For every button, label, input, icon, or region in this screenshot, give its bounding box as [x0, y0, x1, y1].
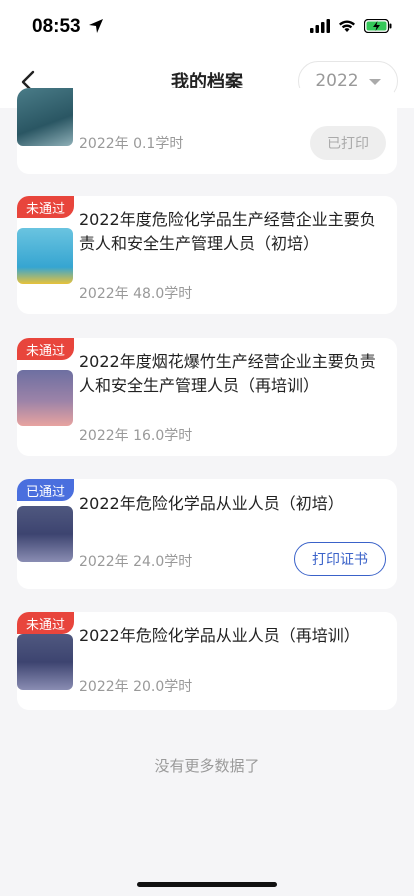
caret-down-icon [368, 79, 381, 85]
record-meta: 2022年 48.0学时 [79, 286, 193, 302]
status-badge: 未通过 [17, 196, 75, 218]
status-time: 08:53 [32, 16, 81, 37]
wifi-icon [339, 20, 355, 32]
record-meta: 2022年 0.1学时 [79, 136, 184, 152]
course-thumbnail [17, 228, 73, 284]
record-meta: 2022年 20.0学时 [79, 679, 193, 695]
status-bar: 08:53 [0, 0, 414, 56]
record-card[interactable]: 未通过 2022年度烟花爆竹生产经营企业主要负责人和安全生产管理人员（再培训） … [17, 338, 397, 456]
course-title: 2022年度烟花爆竹生产经营企业主要负责人和安全生产管理人员（再培训） [79, 352, 376, 395]
status-badge: 未通过 [17, 612, 75, 634]
status-badge: 未通过 [17, 338, 75, 360]
course-title: 2022年度危险化学品生产经营企业主要负责人和安全生产管理人员（初培） [79, 210, 376, 253]
record-card[interactable]: 未通过 2022年度危险化学品生产经营企业主要负责人和安全生产管理人员（初培） … [17, 196, 397, 314]
course-thumbnail [17, 88, 73, 146]
course-thumbnail [17, 370, 73, 426]
no-more-data-text: 没有更多数据了 [154, 757, 260, 775]
location-arrow-icon [88, 18, 104, 38]
status-indicators [310, 19, 392, 33]
signal-icon [310, 19, 330, 33]
course-title: 2022年危险化学品从业人员（初培） [79, 494, 344, 513]
home-indicator[interactable] [137, 882, 277, 887]
course-thumbnail [17, 506, 73, 562]
record-card[interactable]: 已通过 2022年危险化学品从业人员（初培） 2022年 24.0学时 打印证书 [17, 479, 397, 589]
course-title: 2022年危险化学品从业人员（再培训） [79, 626, 360, 645]
record-meta: 2022年 16.0学时 [79, 428, 193, 444]
status-badge: 已通过 [17, 479, 75, 501]
printed-button[interactable]: 已打印 [310, 126, 386, 160]
print-certificate-button[interactable]: 打印证书 [294, 542, 386, 576]
course-thumbnail [17, 634, 73, 690]
record-card[interactable]: 未通过 2022年危险化学品从业人员（再培训） 2022年 20.0学时 [17, 612, 397, 710]
record-meta: 2022年 24.0学时 [79, 554, 193, 570]
battery-charging-icon [364, 19, 392, 33]
record-card[interactable]: 2022年 0.1学时 已打印 [17, 88, 397, 174]
